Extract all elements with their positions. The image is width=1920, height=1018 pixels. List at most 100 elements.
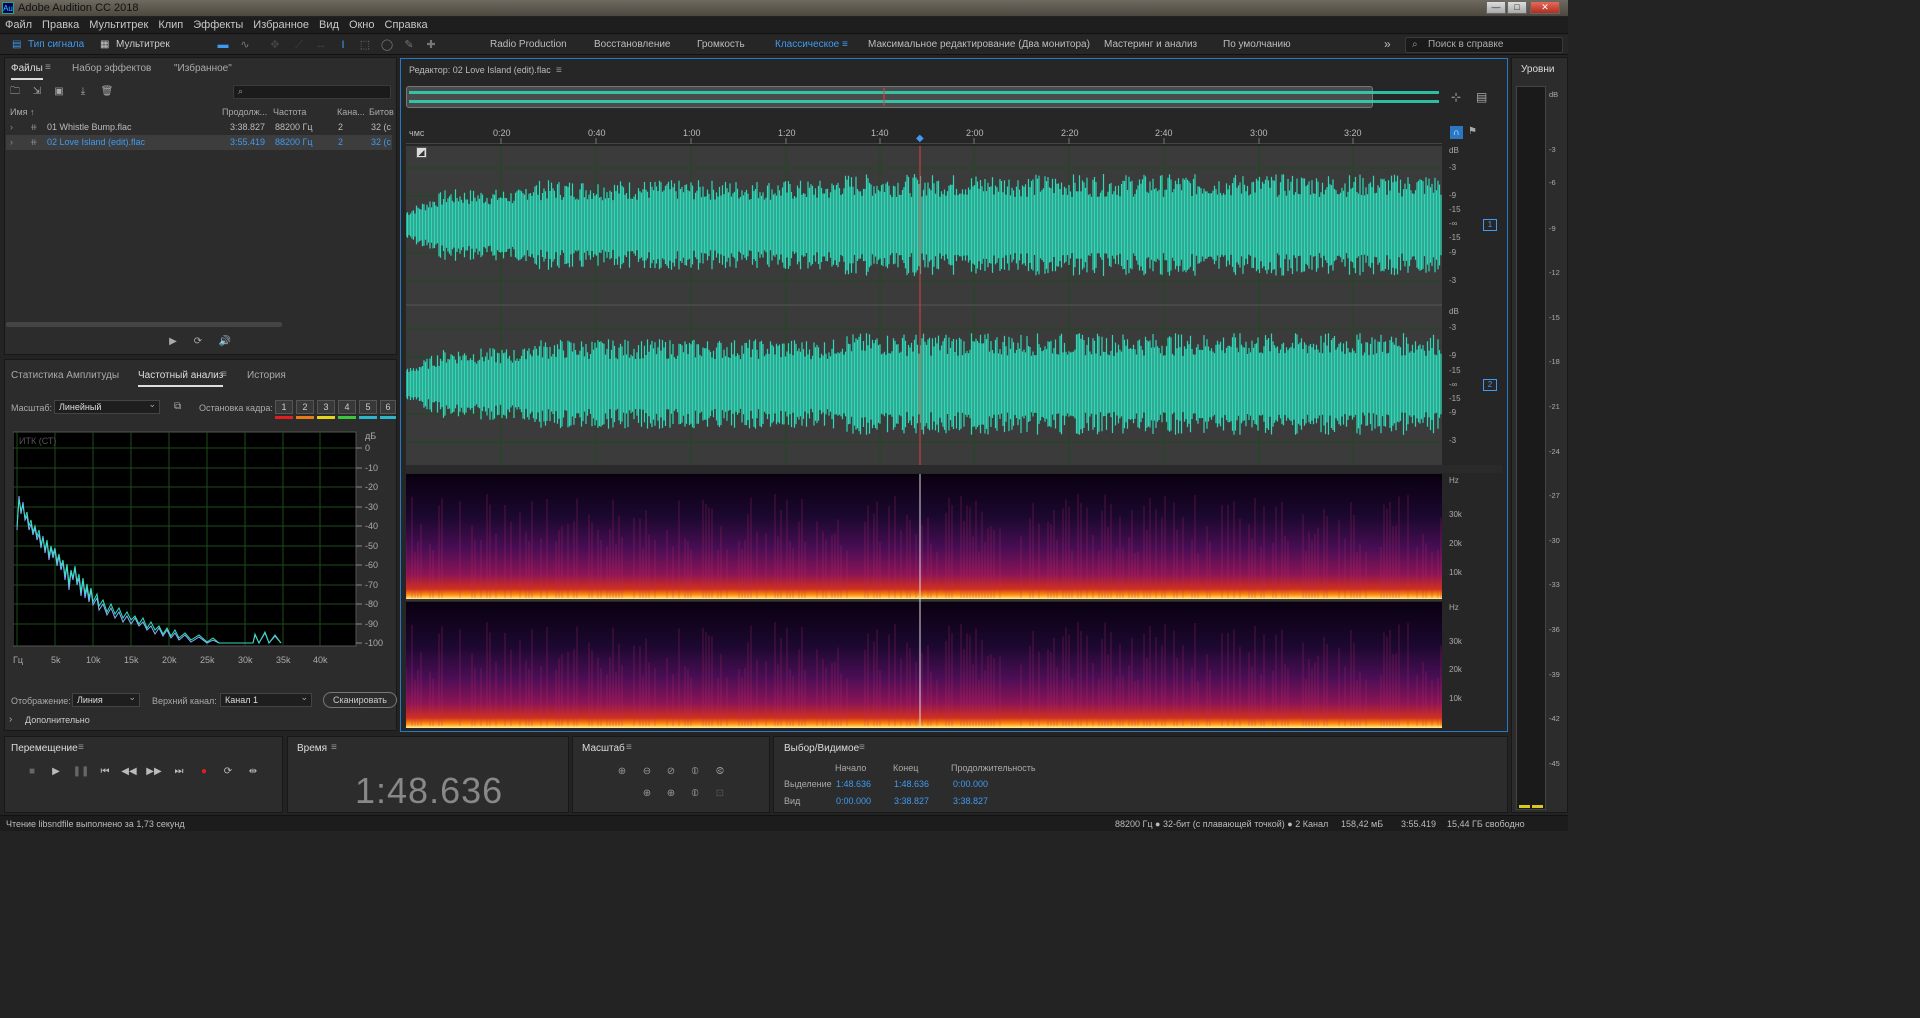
zoom-in-end-icon[interactable]: ⊕ xyxy=(662,787,680,801)
workspace-menu-icon[interactable]: ≡ xyxy=(842,37,848,53)
workspace-classic[interactable]: Классическое xyxy=(775,37,839,53)
analysis-menu-icon[interactable]: ≡ xyxy=(221,369,227,380)
workspace-restoration[interactable]: Восстановление xyxy=(594,37,671,53)
workspace-loudness[interactable]: Громкость xyxy=(697,37,745,53)
marquee-tool-icon[interactable]: ⬚ xyxy=(358,38,372,52)
zoom-out-amplitude-icon[interactable]: ⊖ xyxy=(638,765,656,779)
files-panel-menu-icon[interactable]: ≡ xyxy=(45,62,51,73)
file-row-selected[interactable]: › ⧺ 02 Love Island (edit).flac 3:55.419 … xyxy=(6,135,392,150)
zoom-selection-icon[interactable]: ⦶ xyxy=(686,787,704,801)
editor-menu-icon[interactable]: ≡ xyxy=(556,65,562,76)
zoom-menu-icon[interactable]: ≡ xyxy=(626,742,632,753)
menu-effects[interactable]: Эффекты xyxy=(188,17,248,34)
snap-icon[interactable]: ∩ xyxy=(1450,126,1463,139)
record-button[interactable]: ● xyxy=(195,765,213,779)
workspace-default[interactable]: По умолчанию xyxy=(1223,37,1291,53)
tab-effects-rack[interactable]: Набор эффектов xyxy=(72,62,151,76)
menu-multitrack[interactable]: Мультитрек xyxy=(84,17,153,34)
transport-menu-icon[interactable]: ≡ xyxy=(78,742,84,753)
tab-amplitude-stats[interactable]: Статистика Амплитуды xyxy=(11,369,119,383)
maximize-button[interactable]: □ xyxy=(1507,1,1527,14)
close-button[interactable]: ✕ xyxy=(1530,1,1560,14)
zoom-reset-icon[interactable]: ⊹ xyxy=(1451,90,1461,104)
display-dropdown[interactable]: Линия xyxy=(72,691,140,707)
move-tool-icon[interactable]: ✥ xyxy=(268,38,282,52)
lasso-tool-icon[interactable]: ◯ xyxy=(380,38,394,52)
hold-slot-3[interactable]: 3 xyxy=(317,400,335,414)
slip-tool-icon[interactable]: ↔ xyxy=(314,38,328,52)
zoom-in-amplitude-icon[interactable]: ⊕ xyxy=(613,765,631,779)
col-name[interactable]: Имя ↑ xyxy=(10,107,35,117)
zoom-all-tracks-icon[interactable]: ⊡ xyxy=(711,787,729,801)
hold-slot-4[interactable]: 4 xyxy=(338,400,356,414)
workspace-mastering[interactable]: Мастеринг и анализ xyxy=(1104,37,1197,53)
channel-dropdown[interactable]: Канал 1 xyxy=(220,691,312,707)
spectral-divider[interactable] xyxy=(406,465,1502,473)
menu-view[interactable]: Вид xyxy=(314,17,344,34)
loop-preview-icon[interactable]: ⟳ xyxy=(191,336,205,348)
tab-files[interactable]: Файлы xyxy=(11,62,43,80)
playhead-handle[interactable]: ◆ xyxy=(916,133,924,144)
spectral-view-icon[interactable]: ∿ xyxy=(238,38,252,52)
channel-2-toggle[interactable]: 2 xyxy=(1483,379,1497,391)
waveform-view-icon[interactable]: ▬ xyxy=(216,38,230,52)
spot-healing-icon[interactable]: ✚ xyxy=(424,38,438,52)
insert-icon[interactable]: ⤓ xyxy=(76,86,90,98)
menu-file[interactable]: Файл xyxy=(0,17,37,34)
menu-help[interactable]: Справка xyxy=(380,17,433,34)
selection-duration[interactable]: 0:00.000 xyxy=(953,779,988,789)
tab-favorites[interactable]: "Избранное" xyxy=(174,62,232,76)
autoplay-icon[interactable]: 🔊 xyxy=(216,336,234,348)
hold-slot-5[interactable]: 5 xyxy=(359,400,377,414)
advanced-expand-icon[interactable]: › xyxy=(9,714,12,725)
time-menu-icon[interactable]: ≡ xyxy=(331,742,337,753)
tab-frequency-analysis[interactable]: Частотный анализ xyxy=(138,369,224,387)
view-start[interactable]: 0:00.000 xyxy=(836,796,871,806)
import-icon[interactable]: ⇲ xyxy=(30,86,44,98)
waveform-mode-button[interactable]: ▤ Тип сигнала xyxy=(10,37,90,53)
col-bits[interactable]: Битов xyxy=(369,107,394,117)
play-preview-icon[interactable]: ▶ xyxy=(166,336,180,348)
tab-history[interactable]: История xyxy=(247,369,286,383)
selection-end[interactable]: 1:48.636 xyxy=(894,779,929,789)
scan-button[interactable]: Сканировать xyxy=(323,692,397,708)
view-duration[interactable]: 3:38.827 xyxy=(953,796,988,806)
scale-dropdown[interactable]: Линейный xyxy=(54,398,160,414)
stop-button[interactable]: ■ xyxy=(23,765,41,779)
workspace-max-edit[interactable]: Максимальное редактирование (Два монитор… xyxy=(868,37,1090,53)
menu-window[interactable]: Окно xyxy=(344,17,380,34)
expand-icon[interactable]: › xyxy=(10,120,13,135)
brush-tool-icon[interactable]: ✎ xyxy=(402,38,416,52)
overview-menu-icon[interactable]: ▤ xyxy=(1476,90,1487,104)
workspace-radio-production[interactable]: Radio Production xyxy=(490,37,567,53)
open-file-icon[interactable]: 🗀 xyxy=(8,86,22,98)
razor-tool-icon[interactable]: ⟋ xyxy=(292,38,306,52)
advanced-section[interactable]: Дополнительно xyxy=(25,715,90,725)
zoom-in-start-icon[interactable]: ⊕ xyxy=(638,787,656,801)
col-rate[interactable]: Частота xyxy=(273,107,306,117)
view-end[interactable]: 3:38.827 xyxy=(894,796,929,806)
new-file-icon[interactable]: ▣ xyxy=(52,86,66,98)
col-duration[interactable]: Продолж... xyxy=(222,107,267,117)
zoom-in-time-icon[interactable]: ⦶ xyxy=(686,765,704,779)
go-to-start-button[interactable]: ⏮ xyxy=(96,765,114,779)
marker-icon[interactable]: ⚑ xyxy=(1468,126,1477,137)
channel-1-toggle[interactable]: 1 xyxy=(1483,219,1497,231)
menu-edit[interactable]: Правка xyxy=(37,17,84,34)
minimize-button[interactable]: — xyxy=(1486,1,1506,14)
time-selection-tool-icon[interactable]: I xyxy=(336,38,350,52)
col-channels[interactable]: Кана... xyxy=(337,107,365,117)
hold-slot-6[interactable]: 6 xyxy=(380,400,396,414)
skip-selection-button[interactable]: ⇹ xyxy=(244,765,262,779)
multitrack-mode-button[interactable]: ▦ Мультитрек xyxy=(98,37,176,53)
zoom-out-full-icon[interactable]: ⊘ xyxy=(662,765,680,779)
file-row[interactable]: › ⧺ 01 Whistle Bump.flac 3:38.827 88200 … xyxy=(6,120,392,135)
more-workspaces-button[interactable]: » xyxy=(1384,37,1391,51)
help-search-input[interactable]: ⌕ Поиск в справке xyxy=(1405,37,1563,53)
play-button[interactable]: ▶ xyxy=(47,765,65,779)
files-scrollbar[interactable] xyxy=(6,322,282,327)
hold-slot-2[interactable]: 2 xyxy=(296,400,314,414)
pause-button[interactable]: ❚❚ xyxy=(72,765,90,779)
menu-favorites[interactable]: Избранное xyxy=(248,17,314,34)
fast-forward-button[interactable]: ▶▶ xyxy=(145,765,163,779)
